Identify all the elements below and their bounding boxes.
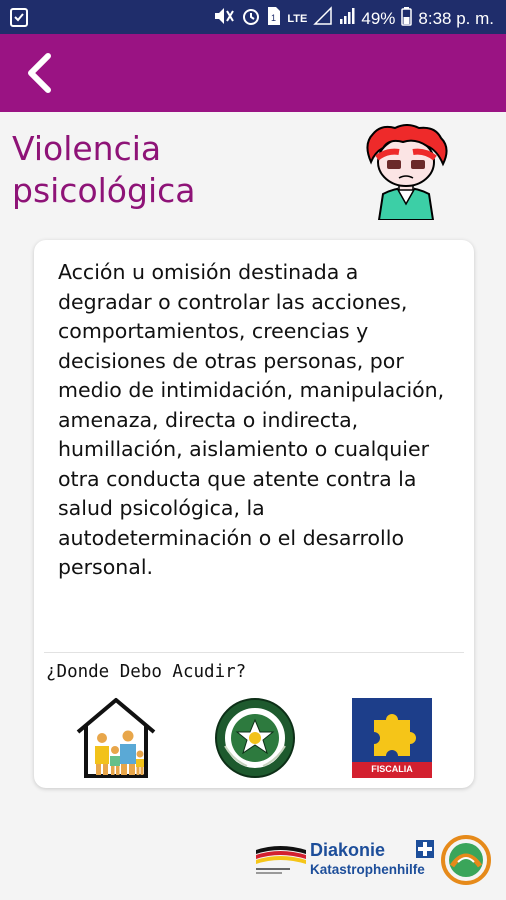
police-button[interactable] [213,696,297,780]
description-card: Acción u omisión destinada a degradar o … [34,240,474,788]
family-house-button[interactable] [74,696,158,780]
diakonie-brand: Diakonie [310,840,386,860]
family-house-icon [76,698,156,778]
task-notification-icon [10,7,28,32]
katastrophenhilfe-brand: Katastrophenhilfe [310,862,425,877]
page-title-line-2: psicológica [12,171,196,210]
battery-icon [401,6,413,31]
organization-circle-logo [441,835,491,885]
back-button[interactable] [18,48,68,98]
mute-icon [213,6,235,31]
fiscalia-button[interactable]: FISCALIA [352,698,432,778]
german-flag-logo [256,846,306,874]
divider [44,652,464,653]
fiscalia-label: FISCALIA [371,764,413,774]
battery-percent: 49% [361,8,396,28]
svg-text:1: 1 [271,13,276,23]
page-title: Violencia psicológica [12,128,342,212]
signal-bars-icon [339,6,355,31]
sad-character-avatar [357,124,455,221]
sim-icon: 1 [267,6,281,31]
alarm-icon [241,6,261,31]
clock: 8:38 p. m. [418,8,494,28]
police-badge-icon [215,698,295,778]
signal-icon [313,6,333,31]
status-bar: 1 LTE 49% 8:38 p. m. [0,0,506,34]
chevron-left-icon [28,53,51,93]
app-bar [0,34,506,112]
definition-text: Acción u omisión destinada a degradar o … [58,260,445,579]
sponsor-logos: Diakonie Katastrophenhilfe [254,832,494,892]
where-to-go-label: ¿Donde Debo Acudir? [46,662,247,682]
page-title-line-1: Violencia [12,129,162,168]
diakonie-cross-icon [416,840,434,858]
network-type: LTE [287,12,308,25]
